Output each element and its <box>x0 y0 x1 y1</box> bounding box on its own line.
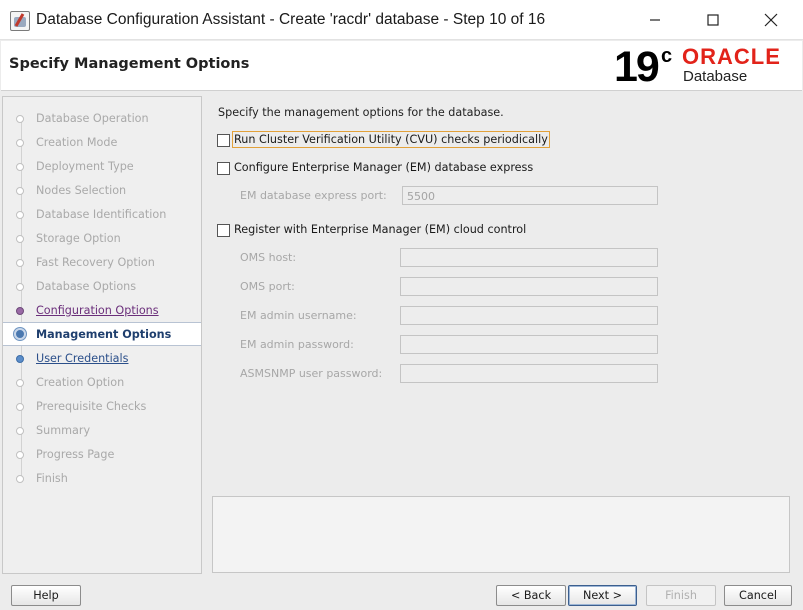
current-step-icon <box>14 328 26 340</box>
step-creation-mode: Creation Mode <box>3 131 201 155</box>
step-label: Finish <box>36 472 68 485</box>
em-express-port-label: EM database express port: <box>240 189 387 202</box>
minimize-button[interactable] <box>626 0 684 40</box>
step-storage-option: Storage Option <box>3 227 201 251</box>
title-bar: Database Configuration Assistant - Creat… <box>0 0 803 40</box>
help-button[interactable]: Help <box>11 585 81 606</box>
step-deployment-type: Deployment Type <box>3 155 201 179</box>
next-button[interactable]: Next > <box>568 585 637 606</box>
step-dot-icon <box>16 451 24 459</box>
step-label: Nodes Selection <box>36 184 127 197</box>
step-label: Prerequisite Checks <box>36 400 147 413</box>
em-express-port-field[interactable]: 5500 <box>402 186 658 205</box>
cloud-control-checkbox-label[interactable]: Register with Enterprise Manager (EM) cl… <box>234 222 526 237</box>
step-database-identification: Database Identification <box>3 203 201 227</box>
oms-host-field[interactable] <box>400 248 658 267</box>
step-configuration-options[interactable]: Configuration Options <box>3 299 201 323</box>
oms-port-field[interactable] <box>400 277 658 296</box>
back-button[interactable]: < Back <box>496 585 566 606</box>
close-icon <box>764 13 778 27</box>
step-dot-icon <box>16 403 24 411</box>
oms-host-label: OMS host: <box>240 251 297 264</box>
window-title: Database Configuration Assistant - Creat… <box>36 11 546 28</box>
step-label: Fast Recovery Option <box>36 256 155 269</box>
oms-port-label: OMS port: <box>240 280 295 293</box>
cancel-button[interactable]: Cancel <box>724 585 792 606</box>
step-label: Creation Mode <box>36 136 118 149</box>
step-label: Deployment Type <box>36 160 134 173</box>
cloud-control-checkbox[interactable] <box>217 224 230 237</box>
step-dot-icon <box>16 355 24 363</box>
step-dot-icon <box>16 379 24 387</box>
step-label: Creation Option <box>36 376 125 389</box>
step-label: Progress Page <box>36 448 115 461</box>
asmsnmp-password-label: ASMSNMP user password: <box>240 367 383 380</box>
asmsnmp-password-field[interactable] <box>400 364 658 383</box>
close-button[interactable] <box>742 0 800 40</box>
step-progress-page: Progress Page <box>3 443 201 467</box>
em-express-checkbox-label[interactable]: Configure Enterprise Manager (EM) databa… <box>234 160 533 175</box>
logo-version-suffix: c <box>661 45 673 67</box>
step-creation-option: Creation Option <box>3 371 201 395</box>
em-express-checkbox[interactable] <box>217 162 230 175</box>
page-title: Specify Management Options <box>9 56 250 72</box>
step-label: Database Options <box>36 280 137 293</box>
step-dot-icon <box>16 259 24 267</box>
step-fast-recovery-option: Fast Recovery Option <box>3 251 201 275</box>
step-prerequisite-checks: Prerequisite Checks <box>3 395 201 419</box>
cvu-checkbox[interactable] <box>217 134 230 147</box>
step-label: Summary <box>36 424 91 437</box>
step-label: Management Options <box>36 328 172 341</box>
em-admin-username-label: EM admin username: <box>240 309 357 322</box>
step-navigation: Database Operation Creation Mode Deploym… <box>2 96 202 574</box>
step-label: Database Identification <box>36 208 167 221</box>
maximize-button[interactable] <box>684 0 742 40</box>
step-finish: Finish <box>3 467 201 491</box>
oracle-logo: ORACLE <box>682 44 781 69</box>
step-database-options: Database Options <box>3 275 201 299</box>
page-header: Specify Management Options 19 c ORACLE D… <box>1 41 802 91</box>
step-nodes-selection: Nodes Selection <box>3 179 201 203</box>
em-admin-username-field[interactable] <box>400 306 658 325</box>
step-dot-icon <box>16 187 24 195</box>
step-dot-icon <box>16 163 24 171</box>
logo-version: 19 <box>614 43 660 91</box>
finish-button[interactable]: Finish <box>646 585 716 606</box>
em-admin-password-label: EM admin password: <box>240 338 354 351</box>
step-dot-icon <box>16 139 24 147</box>
step-label: Database Operation <box>36 112 149 125</box>
management-options-panel: Specify the management options for the d… <box>210 96 800 496</box>
em-admin-password-field[interactable] <box>400 335 658 354</box>
maximize-icon <box>707 14 719 26</box>
step-dot-icon <box>16 211 24 219</box>
cvu-checkbox-label[interactable]: Run Cluster Verification Utility (CVU) c… <box>232 131 550 148</box>
step-database-operation: Database Operation <box>3 107 201 131</box>
step-dot-icon <box>16 307 24 315</box>
step-dot-icon <box>16 427 24 435</box>
step-dot-icon <box>16 475 24 483</box>
intro-text: Specify the management options for the d… <box>218 106 504 119</box>
step-summary: Summary <box>3 419 201 443</box>
step-dot-icon <box>16 115 24 123</box>
step-label[interactable]: User Credentials <box>36 352 128 365</box>
message-area <box>212 496 790 573</box>
step-management-options: Management Options <box>3 322 201 346</box>
minimize-icon <box>650 19 660 21</box>
logo-product: Database <box>683 68 748 85</box>
step-dot-icon <box>16 283 24 291</box>
step-user-credentials[interactable]: User Credentials <box>3 347 201 371</box>
dbca-app-icon <box>10 11 30 31</box>
step-dot-icon <box>16 235 24 243</box>
step-label[interactable]: Configuration Options <box>36 304 159 317</box>
step-label: Storage Option <box>36 232 121 245</box>
